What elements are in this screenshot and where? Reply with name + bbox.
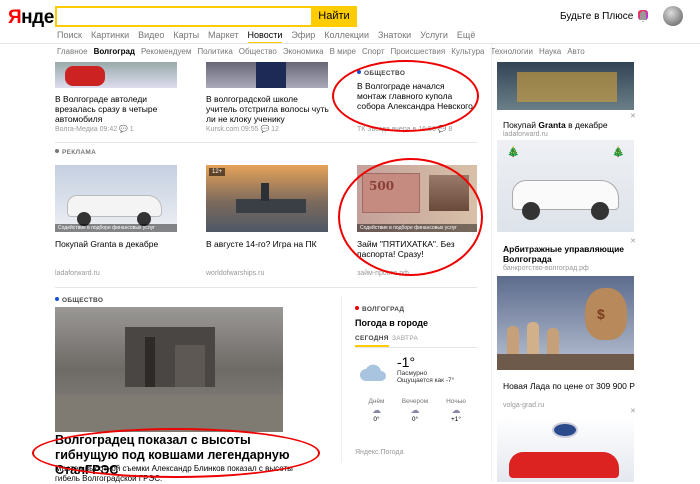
avatar[interactable] [663,6,683,26]
news-image[interactable] [206,62,328,88]
cat-culture[interactable]: Культура [451,47,484,56]
service-efir[interactable]: Эфир [291,30,315,40]
weather-tab-tomorrow[interactable]: ЗАВТРА [392,335,418,342]
service-maps[interactable]: Карты [173,30,199,40]
service-images[interactable]: Картинки [91,30,129,40]
service-collections[interactable]: Коллекции [324,30,369,40]
ad-title[interactable]: В августе 14-го? Игра на ПК [206,239,328,249]
snow-icon: ☁ [372,405,381,415]
ad-image[interactable]: Содействие в подборе финансовых услуг [55,165,177,232]
cat-sport[interactable]: Спорт [362,47,385,56]
snow-icon: ☁ [410,405,420,415]
cat-politics[interactable]: Политика [197,47,232,56]
cat-main[interactable]: Главное [57,47,88,56]
column-divider [341,297,342,462]
weather-tab-today[interactable]: СЕГОДНЯ [355,335,389,347]
service-search[interactable]: Поиск [57,30,82,40]
ad-close-icon[interactable]: ✕ [630,237,636,245]
news-title[interactable]: В Волгограде автоледи врезалась сразу в … [55,94,177,124]
cat-auto[interactable]: Авто [567,47,584,56]
lada-logo-icon [552,422,578,438]
money-bag-icon: $ [597,306,605,322]
cat-incidents[interactable]: Происшествия [391,47,446,56]
cat-recommended[interactable]: Рекомендуем [141,47,191,56]
ad-title[interactable]: Покупай Granta в декабре [55,239,177,249]
tag-dot-icon [55,297,59,301]
header-divider [0,43,700,44]
ad-source: ladaforward.ru [55,270,100,277]
bell-icon[interactable] [638,11,648,22]
weather-part-evening: Вечером ☁ 0° [401,398,429,423]
annotation-circle [332,60,479,132]
weather-feels: Ощущается как -7° [397,377,455,384]
cat-tech[interactable]: Технологии [490,47,532,56]
cat-science[interactable]: Наука [539,47,561,56]
comment-icon: 💬 [260,126,270,133]
weather-tag: ВОЛГОГРАД [355,306,404,313]
news-image[interactable] [55,62,177,88]
right-ad-image[interactable] [497,416,634,482]
plus-label: Будьте в Плюсе [560,11,634,22]
news-title[interactable]: В волгоградской школе учитель отстригла … [206,94,331,124]
right-ad-image[interactable]: $ [497,276,634,370]
age-badge: 12+ [209,168,226,176]
tag-dot-icon [55,149,59,153]
tabs-divider [355,347,477,348]
story-tag: ОБЩЕСТВО [55,297,103,304]
cat-volgograd[interactable]: Волгоград [94,47,135,56]
right-ad-source: ladaforward.ru [503,131,548,138]
ad-close-icon[interactable]: ✕ [630,407,636,415]
cat-economy[interactable]: Экономика [283,47,324,56]
right-ad-image[interactable] [497,62,634,110]
weather-condition: Пасмурно [397,370,428,377]
ad-source: worldofwarships.ru [206,270,265,277]
ads-label: РЕКЛАМА [55,149,96,156]
right-ad-title[interactable]: Новая Лада по цене от 309 900 Р [503,381,635,391]
ad-disclaimer: Содействие в подборе финансовых услуг [55,224,177,232]
cloud-icon [360,364,386,381]
tree-icon: 🎄 [612,147,625,158]
weather-title[interactable]: Погода в городе [355,318,428,328]
comment-icon: 💬 [119,126,128,133]
right-divider [491,44,492,482]
right-ad-title[interactable]: Покупай Granta в декабре [503,120,633,130]
service-more[interactable]: Ещё [457,30,475,40]
search-button[interactable]: Найти [311,6,357,27]
service-market[interactable]: Маркет [208,30,238,40]
service-video[interactable]: Видео [138,30,164,40]
weather-source[interactable]: Яндекс.Погода [355,449,404,456]
weather-part-day: Днём ☁ 0° [364,398,389,423]
cat-world[interactable]: В мире [330,47,356,56]
ad-close-icon[interactable]: ✕ [630,112,636,120]
story-image[interactable] [55,307,283,432]
annotation-circle [338,158,483,276]
right-ad-image[interactable]: 🎄 🎄 [497,140,634,232]
category-nav: Главное Волгоград Рекомендуем Политика Общес… [57,47,591,56]
tree-icon: 🎄 [507,147,520,158]
service-znatoki[interactable]: Знатоки [378,30,411,40]
tag-dot-icon [355,306,359,310]
right-ad-source: volga-grad.ru [503,402,545,409]
plus-link[interactable]: Будьте в Плюсе [560,10,649,22]
right-ad-title[interactable]: Арбитражные управляющие Волгограда [503,244,633,264]
weather-temp: -1° [397,354,416,370]
section-divider [55,287,477,288]
annotation-circle [32,428,320,478]
ad-image[interactable]: 12+ [206,165,328,232]
cat-society[interactable]: Общество [239,47,277,56]
service-news[interactable]: Новости [247,30,283,44]
services-nav: Поиск Картинки Видео Карты Маркет Новости Эфир… [57,30,484,44]
section-divider [55,142,477,143]
service-uslugi[interactable]: Услуги [420,30,448,40]
right-ad-source: банкротство-волгоград.рф [503,265,589,272]
news-source: Волга-Медиа 09:42 💬 1 [55,126,134,133]
weather-part-night: Ночью ☁ +1° [442,398,470,423]
search-input[interactable] [55,6,311,27]
news-source: Kursk.com 09:55 💬 12 [206,126,279,133]
snow-icon: ☁ [451,405,461,415]
